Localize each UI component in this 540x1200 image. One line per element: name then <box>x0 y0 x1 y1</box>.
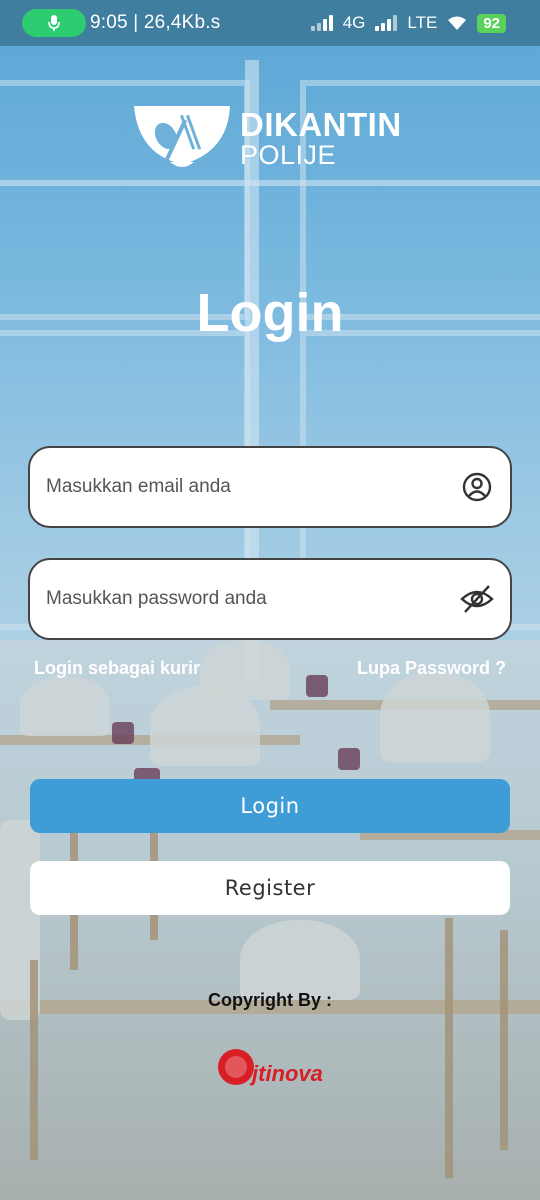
network-label-2: LTE <box>407 13 438 32</box>
page-title: Login <box>196 283 344 343</box>
battery-indicator: 92 <box>477 13 506 33</box>
forgot-password-link[interactable]: Lupa Password ? <box>357 658 506 679</box>
copyright-label: Copyright By : <box>208 990 332 1010</box>
brand-logo-icon <box>218 1049 254 1085</box>
status-bar: 9:05 | 26,4Kb.s 4G LTE 92 <box>0 0 540 46</box>
signal-icon-2 <box>375 15 398 31</box>
password-field[interactable] <box>28 558 512 640</box>
network-label-1: 4G <box>342 13 366 32</box>
bowl-utensils-icon <box>134 106 230 167</box>
brand-name: jtinova <box>252 1061 323 1086</box>
mic-indicator <box>22 9 86 37</box>
courier-login-link[interactable]: Login sebagai kurir <box>34 658 200 679</box>
wifi-icon <box>448 16 467 30</box>
password-input[interactable] <box>46 588 460 610</box>
logo-title: DIKANTIN <box>240 106 402 143</box>
email-field[interactable] <box>28 446 512 528</box>
signal-icon <box>310 15 333 31</box>
jtinova-logo: jtinova <box>216 1044 326 1090</box>
login-button[interactable]: Login <box>30 779 510 833</box>
register-button[interactable]: Register <box>30 861 510 915</box>
microphone-icon <box>48 15 60 31</box>
app-logo: DIKANTIN POLIJE <box>130 100 410 172</box>
status-time: 9:05 | 26,4Kb.s <box>90 12 221 33</box>
eye-off-icon[interactable] <box>460 582 494 616</box>
user-icon <box>460 470 494 504</box>
email-input[interactable] <box>46 476 460 498</box>
logo-subtitle: POLIJE <box>240 140 337 170</box>
